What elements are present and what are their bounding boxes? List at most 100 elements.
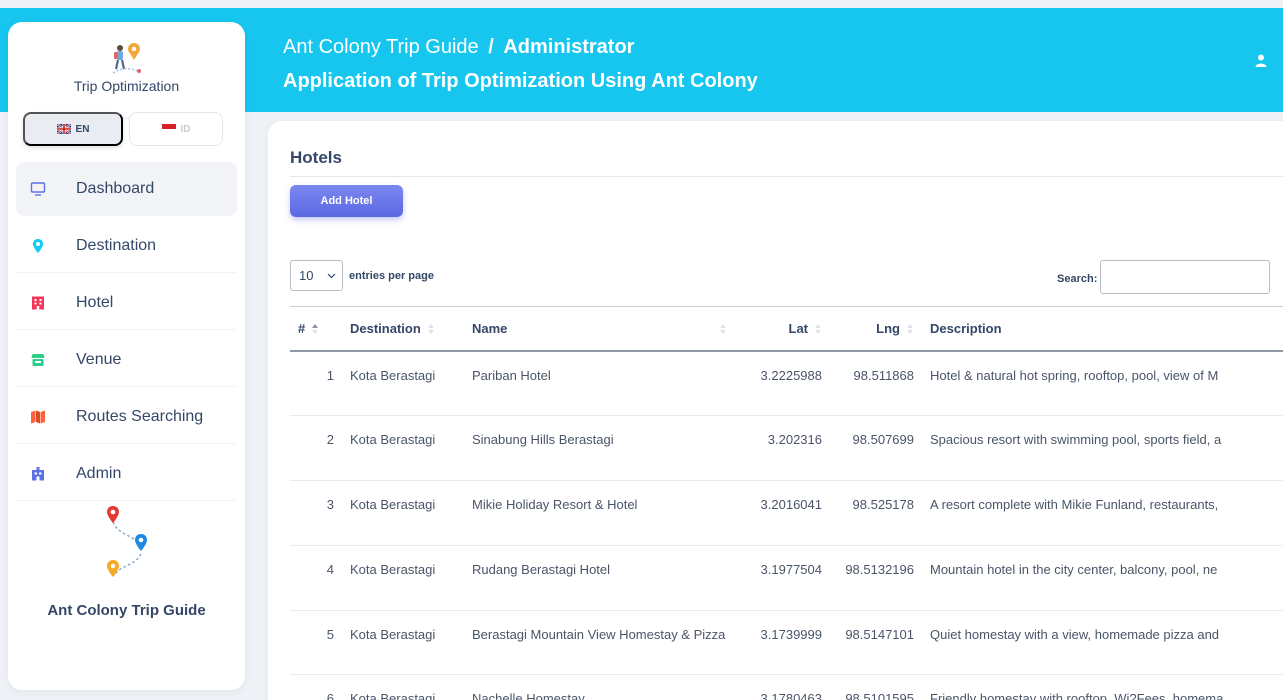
app-name: Ant Colony Trip Guide [47, 602, 206, 619]
column-header-name[interactable]: Name [464, 306, 738, 352]
table-row[interactable]: 5 Kota Berastagi Berastagi Mountain View… [290, 610, 1283, 675]
route-pins-icon [107, 506, 147, 577]
column-header-description[interactable]: Description [922, 306, 1283, 352]
lang-id-label: ID [180, 123, 191, 135]
cell-no: 5 [290, 610, 342, 675]
title-divider [290, 176, 1283, 177]
cell-lat: 3.2016041 [738, 480, 830, 546]
table-header-row: # Destination Name Lat Lng Description [290, 306, 1283, 352]
cell-lat: 3.1780463 [738, 674, 830, 700]
cell-destination: Kota Berastagi [342, 480, 464, 546]
entries-per-page-select[interactable]: 10 [290, 260, 343, 291]
search-input[interactable] [1100, 260, 1270, 294]
sort-icon [907, 324, 913, 335]
sort-icon [720, 324, 727, 335]
table-row[interactable]: 6 Kota Berastagi Nachelle Homestay 3.178… [290, 674, 1283, 700]
sidebar: Trip Optimization EN ID Dashboard Destin… [8, 22, 245, 690]
hotels-card: Hotels Add Hotel 10 entries per page Sea… [268, 121, 1283, 700]
id-flag-icon [161, 124, 176, 134]
hotel-icon [32, 296, 44, 309]
cell-name: Rudang Berastagi Hotel [464, 545, 738, 611]
cell-lat: 3.1977504 [738, 545, 830, 611]
cell-description: Friendly homestay with rooftop, Wi?Fees,… [922, 674, 1283, 700]
header-subtitle: Application of Trip Optimization Using A… [283, 70, 758, 92]
column-header-lat[interactable]: Lat [738, 306, 830, 352]
entries-label: entries per page [349, 269, 434, 282]
lang-en-label: EN [75, 123, 90, 135]
page: Ant Colony Trip Guide / Administrator Ap… [0, 0, 1283, 700]
cell-no: 6 [290, 674, 342, 700]
sort-icon [427, 324, 434, 335]
entries-control: 10 entries per page [290, 260, 434, 291]
cell-no: 3 [290, 480, 342, 546]
hotels-table: # Destination Name Lat Lng Description 1… [290, 306, 1283, 700]
sidebar-item-hotel[interactable]: Hotel [16, 276, 237, 330]
map-pin-icon [33, 238, 43, 253]
sidebar-item-label: Destination [76, 236, 157, 254]
cell-name: Sinabung Hills Berastagi [464, 415, 738, 481]
sidebar-item-dashboard[interactable]: Dashboard [16, 162, 237, 216]
cell-destination: Kota Berastagi [342, 350, 464, 416]
cell-lng: 98.5132196 [830, 545, 922, 611]
table-row[interactable]: 4 Kota Berastagi Rudang Berastagi Hotel … [290, 545, 1283, 611]
entries-value: 10 [299, 268, 314, 283]
cell-lng: 98.525178 [830, 480, 922, 546]
column-header-destination[interactable]: Destination [342, 306, 464, 352]
table-row[interactable]: 3 Kota Berastagi Mikie Holiday Resort & … [290, 480, 1283, 546]
language-switcher: EN ID [23, 112, 231, 146]
sidebar-item-label: Dashboard [76, 180, 155, 197]
table-row[interactable]: 1 Kota Berastagi Pariban Hotel 3.2225988… [290, 350, 1283, 416]
sidebar-nav: Dashboard Destination Hotel Venue Routes… [16, 162, 237, 504]
column-header-lng[interactable]: Lng [830, 306, 922, 352]
lang-en-button[interactable]: EN [23, 112, 123, 146]
cell-lng: 98.5147101 [830, 610, 922, 675]
cell-description: Spacious resort with swimming pool, spor… [922, 415, 1283, 481]
trip-logo-icon [112, 43, 141, 74]
cell-no: 4 [290, 545, 342, 611]
sidebar-item-destination[interactable]: Destination [16, 219, 237, 273]
app-title: Ant Colony Trip Guide [283, 36, 479, 58]
cell-description: Quiet homestay with a view, homemade piz… [922, 610, 1283, 675]
search-label: Search: [1057, 273, 1098, 285]
cell-description: Mountain hotel in the city center, balco… [922, 545, 1283, 611]
cell-name: Mikie Holiday Resort & Hotel [464, 480, 738, 546]
map-icon [31, 410, 45, 423]
sidebar-item-label: Hotel [76, 293, 114, 311]
lang-id-button[interactable]: ID [129, 112, 223, 146]
add-hotel-button[interactable]: Add Hotel [290, 185, 403, 217]
sort-icon [815, 324, 821, 335]
sort-icon [312, 324, 319, 335]
monitor-icon [30, 182, 46, 196]
cell-description: A resort complete with Mikie Funland, re… [922, 480, 1283, 546]
user-role: Administrator [503, 36, 635, 58]
sidebar-item-admin[interactable]: Admin [16, 447, 237, 501]
cell-description: Hotel & natural hot spring, rooftop, poo… [922, 350, 1283, 416]
column-header-no[interactable]: # [290, 306, 342, 352]
cell-destination: Kota Berastagi [342, 415, 464, 481]
header-title: Ant Colony Trip Guide / Administrator [283, 36, 634, 59]
cell-name: Berastagi Mountain View Homestay & Pizza [464, 610, 738, 675]
cell-lat: 3.2225988 [738, 350, 830, 416]
page-title: Hotels [290, 148, 342, 167]
user-icon[interactable] [1255, 54, 1267, 68]
cell-lng: 98.511868 [830, 350, 922, 416]
building-icon [32, 466, 44, 480]
cell-name: Nachelle Homestay [464, 674, 738, 700]
sidebar-item-label: Venue [76, 350, 122, 368]
title-separator: / [488, 36, 494, 58]
cell-name: Pariban Hotel [464, 350, 738, 416]
cell-destination: Kota Berastagi [342, 545, 464, 611]
cell-destination: Kota Berastagi [342, 674, 464, 700]
sidebar-item-venue[interactable]: Venue [16, 333, 237, 387]
brand-title: Trip Optimization [73, 78, 180, 94]
table-row[interactable]: 2 Kota Berastagi Sinabung Hills Berastag… [290, 415, 1283, 481]
sidebar-item-routes-searching[interactable]: Routes Searching [16, 390, 237, 444]
cell-no: 1 [290, 350, 342, 416]
brand: Trip Optimization [8, 40, 245, 94]
cell-lat: 3.1739999 [738, 610, 830, 675]
cell-lng: 98.5101595 [830, 674, 922, 700]
store-icon [31, 353, 45, 366]
sidebar-item-label: Admin [76, 464, 122, 482]
cell-destination: Kota Berastagi [342, 610, 464, 675]
sidebar-item-label: Routes Searching [76, 407, 204, 425]
